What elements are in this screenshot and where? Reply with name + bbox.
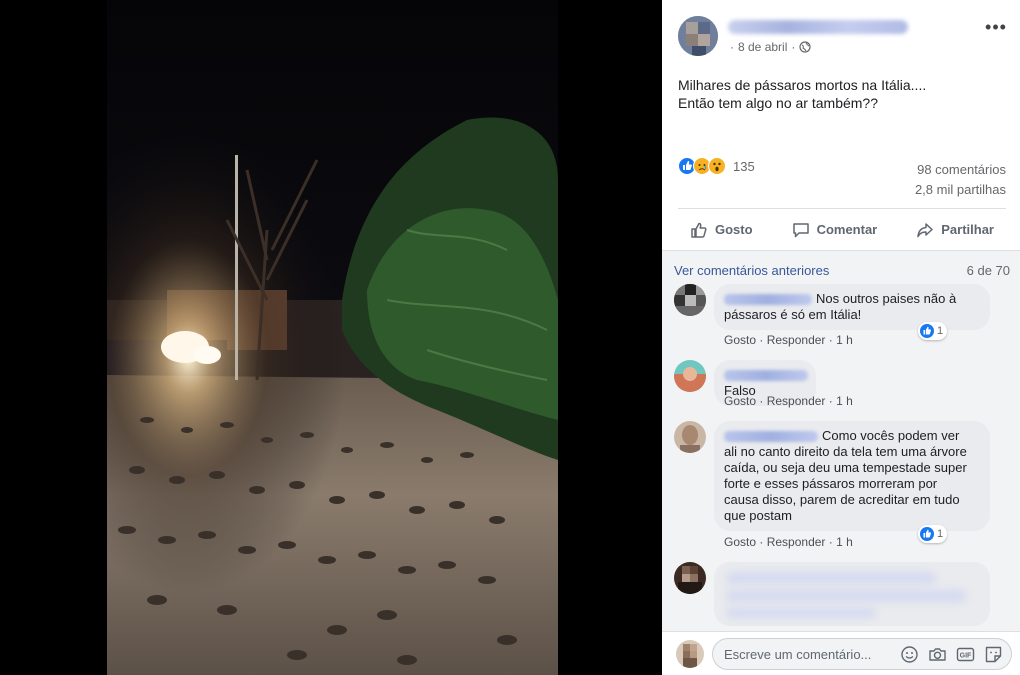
comment-text: forte e esses pássaros morreram por (724, 476, 938, 491)
share-icon (917, 222, 933, 237)
current-user-avatar[interactable] (676, 640, 704, 668)
commenter-name-blurred[interactable] (724, 431, 818, 443)
post-panel: · 8 de abril · ••• Milhares de pássaros … (662, 0, 1020, 675)
meta-separator-2: · (791, 40, 796, 54)
comment-meta: Gosto · Responder · 1 h (724, 394, 853, 408)
comment-reaction-count: 1 (937, 325, 944, 337)
more-icon[interactable]: ••• (984, 18, 1008, 38)
post-stats: 98 comentários 2,8 mil partilhas (915, 160, 1006, 200)
gif-icon[interactable]: GIF (956, 645, 975, 664)
emoji-icon[interactable] (900, 645, 919, 664)
comments-position-count: 6 de 70 (966, 263, 1010, 278)
commenter-name-blurred[interactable] (724, 370, 808, 382)
commenter-name-blurred[interactable] (724, 294, 812, 306)
commenter-avatar[interactable] (674, 360, 706, 392)
comment-reaction-count: 1 (937, 528, 944, 540)
comment-bubble: Como vocês podem ver ali no canto direit… (714, 421, 990, 531)
wow-reaction-icon (708, 157, 726, 175)
comment-like-link[interactable]: Gosto (724, 333, 756, 347)
comment-time[interactable]: 1 h (836, 333, 853, 347)
like-button[interactable]: Gosto (690, 221, 753, 239)
meta-separator: · (759, 535, 764, 549)
author-name-blurred[interactable] (728, 20, 908, 34)
comment-like-link[interactable]: Gosto (724, 535, 756, 549)
comment-reply-link[interactable]: Responder (767, 535, 826, 549)
comment-time[interactable]: 1 h (836, 535, 853, 549)
like-label: Gosto (715, 222, 753, 237)
comment-text: ali no canto direito da tela tem uma árv… (724, 444, 967, 459)
comment-reply-link[interactable]: Responder (767, 394, 826, 408)
comment-text: caída, ou seja deu uma tempestade super (724, 460, 967, 475)
composer-icons: GIF (900, 645, 1003, 664)
commenter-avatar[interactable] (674, 421, 706, 453)
svg-text:GIF: GIF (960, 653, 972, 660)
meta-separator: · (828, 535, 833, 549)
comment-reaction-badge[interactable]: 1 (918, 322, 948, 340)
like-icon (920, 527, 934, 541)
photo-viewer (0, 0, 662, 675)
meta-separator: · (759, 333, 764, 347)
shares-count[interactable]: 2,8 mil partilhas (915, 180, 1006, 200)
comment-input[interactable]: Escreve um comentário... GIF (712, 638, 1012, 670)
meta-separator: · (730, 40, 734, 54)
comment-item (674, 562, 1014, 632)
comments-count[interactable]: 98 comentários (915, 160, 1006, 180)
comment-text: pássaros é só em Itália! (724, 307, 862, 322)
comment-composer: Escreve um comentário... GIF (662, 631, 1020, 675)
comment-like-link[interactable]: Gosto (724, 394, 756, 408)
reaction-count: 135 (733, 158, 755, 174)
camera-icon[interactable] (928, 645, 947, 664)
comment-meta: Gosto · Responder · 1 h (724, 535, 853, 549)
globe-icon (799, 41, 811, 53)
comment-reaction-badge[interactable]: 1 (918, 525, 948, 543)
comment-label: Comentar (816, 222, 878, 237)
comment-bubble-blurred (714, 562, 990, 626)
comment-button[interactable]: Comentar (792, 221, 878, 239)
comment-item: Falso Gosto · Responder · 1 h (674, 360, 1014, 410)
dead-birds-street-image (107, 0, 558, 675)
comment-icon (792, 222, 809, 237)
post-text-line: Milhares de pássaros mortos na Itália...… (678, 77, 927, 93)
post-text-line: Então tem algo no ar também?? (678, 95, 879, 111)
commenter-avatar[interactable] (674, 284, 706, 316)
like-icon (691, 222, 707, 238)
comment-item: Nos outros paises não à pássaros é só em… (674, 284, 1014, 350)
comment-text: que postam (724, 508, 792, 523)
view-previous-comments-link[interactable]: Ver comentários anteriores (674, 263, 829, 278)
post-actions: Gosto Comentar Partilhar (678, 208, 1006, 250)
comment-bubble: Nos outros paises não à pássaros é só em… (714, 284, 990, 330)
post-text: Milhares de pássaros mortos na Itália...… (678, 76, 998, 112)
comment-reply-link[interactable]: Responder (767, 333, 826, 347)
comments-section: Ver comentários anteriores 6 de 70 Nos o… (662, 251, 1020, 631)
meta-separator: · (828, 333, 833, 347)
comment-input-placeholder: Escreve um comentário... (724, 647, 872, 662)
post-photo[interactable] (107, 0, 558, 675)
post-meta: · 8 de abril · (730, 40, 811, 54)
commenter-avatar[interactable] (674, 562, 706, 594)
comment-time[interactable]: 1 h (836, 394, 853, 408)
share-button[interactable]: Partilhar (916, 221, 994, 239)
comment-text: causa disso, parem de acreditar em tudo (724, 492, 960, 507)
post-header: · 8 de abril · ••• (678, 16, 1008, 60)
comment-item: Como vocês podem ver ali no canto direit… (674, 421, 1014, 551)
post-date[interactable]: 8 de abril (738, 40, 787, 54)
author-avatar[interactable] (678, 16, 718, 56)
sticker-icon[interactable] (984, 645, 1003, 664)
like-icon (920, 324, 934, 338)
share-label: Partilhar (941, 222, 994, 237)
meta-separator: · (759, 394, 764, 408)
comment-meta: Gosto · Responder · 1 h (724, 333, 853, 347)
comment-text: Nos outros paises não à (816, 291, 957, 306)
comment-text: Como vocês podem ver (822, 428, 960, 443)
reactions-summary[interactable]: 135 (678, 157, 755, 175)
meta-separator: · (828, 394, 833, 408)
